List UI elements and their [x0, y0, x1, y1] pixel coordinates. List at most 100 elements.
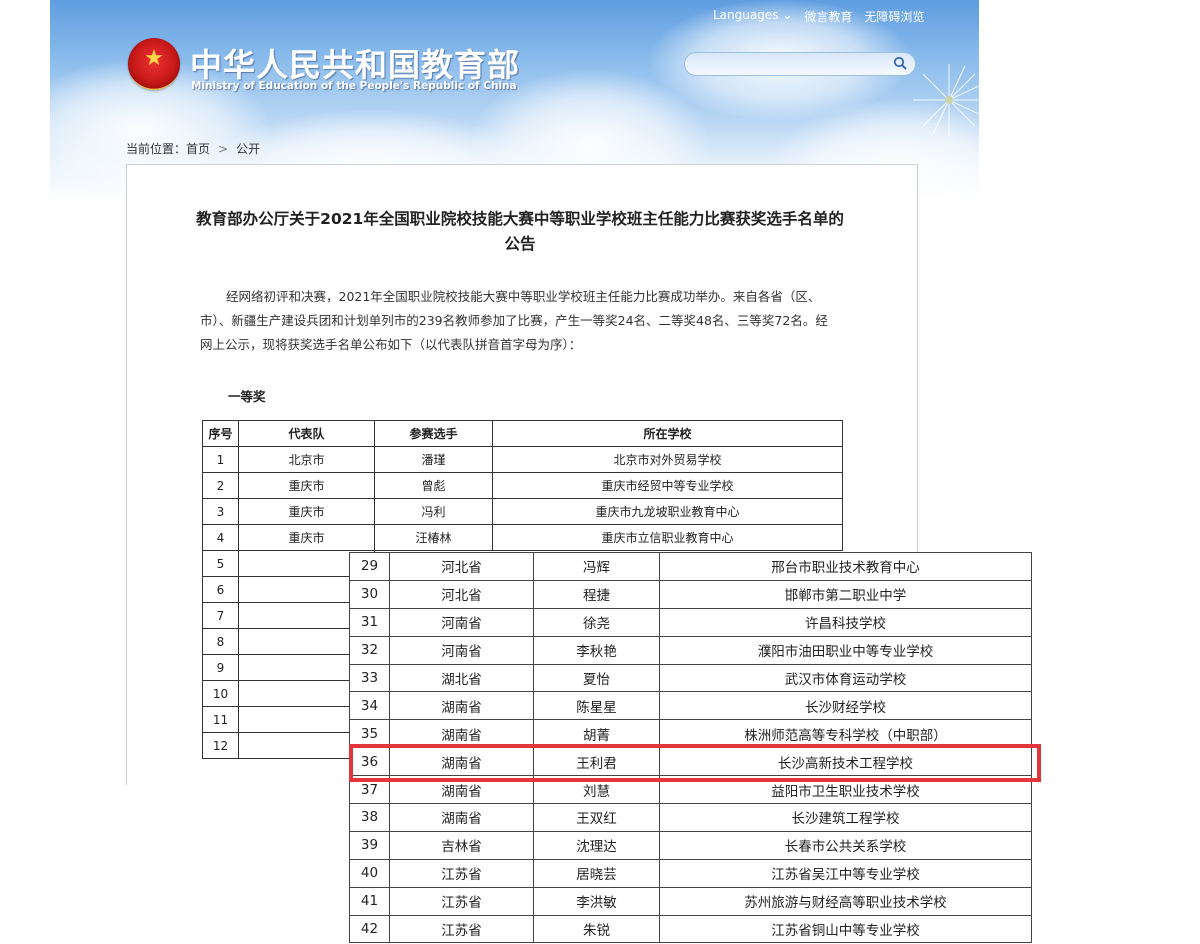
cell-school: 重庆市九龙坡职业教育中心: [492, 498, 843, 525]
cell-index: 4: [202, 524, 239, 551]
cell-school: 江苏省吴江中等专业学校: [659, 858, 1032, 888]
cell-contestant: 沈理达: [533, 830, 660, 860]
cell-index: 36: [349, 747, 390, 777]
cell-team: 河南省: [389, 607, 534, 637]
cell-contestant: 李洪敏: [533, 886, 660, 916]
cell-index: 41: [349, 886, 390, 916]
cell-contestant: 胡菁: [533, 719, 660, 749]
header-school: 所在学校: [492, 420, 843, 447]
cell-school: 益阳市卫生职业技术学校: [659, 775, 1032, 805]
cell-team: 河北省: [389, 579, 534, 609]
cell-team: 河北省: [389, 552, 534, 581]
cell-index: 40: [349, 858, 390, 888]
table-row: 3 重庆市 冯利 重庆市九龙坡职业教育中心: [202, 498, 843, 525]
cell-contestant: 王利君: [533, 747, 660, 777]
search-box: [684, 52, 916, 76]
cell-index: 5: [202, 550, 239, 577]
cell-index: 8: [202, 628, 239, 655]
cell-school: 株洲师范高等专科学校（中职部）: [659, 719, 1032, 749]
cell-index: 2: [202, 472, 239, 499]
table-row: 38 湖南省 王双红 长沙建筑工程学校: [349, 803, 1032, 832]
cell-school: 邢台市职业技术教育中心: [659, 552, 1032, 581]
chevron-down-icon: ⌄: [782, 8, 793, 22]
cell-school: 长沙财经学校: [659, 691, 1032, 721]
cell-index: 29: [349, 552, 390, 581]
cell-school: 北京市对外贸易学校: [492, 446, 843, 473]
breadcrumb: 当前位置：首页 > 公开: [126, 140, 260, 157]
cell-index: 33: [349, 663, 390, 693]
cell-index: 10: [202, 680, 239, 707]
cell-contestant: 刘慧: [533, 775, 660, 805]
cell-contestant: 王双红: [533, 803, 660, 832]
cell-school: 长沙高新技术工程学校: [659, 747, 1032, 777]
cell-school: 重庆市经贸中等专业学校: [492, 472, 843, 499]
cell-index: 37: [349, 775, 390, 805]
table-row: 32 河南省 李秋艳 濮阳市油田职业中等专业学校: [349, 635, 1032, 665]
table-row: 36 湖南省 王利君 长沙高新技术工程学校: [349, 747, 1032, 777]
cell-team: 重庆市: [238, 472, 375, 499]
cell-school: 许昌科技学校: [659, 607, 1032, 637]
table-row: 40 江苏省 居晓芸 江苏省吴江中等专业学校: [349, 858, 1032, 888]
cell-index: 7: [202, 602, 239, 629]
cell-team: 江苏省: [389, 886, 534, 916]
cell-school: 长沙建筑工程学校: [659, 803, 1032, 832]
cell-school: 濮阳市油田职业中等专业学校: [659, 635, 1032, 665]
cell-school: 苏州旅游与财经高等职业技术学校: [659, 886, 1032, 916]
prize-heading: 一等奖: [228, 389, 266, 404]
cell-contestant: 居晓芸: [533, 858, 660, 888]
dandelion-icon: [913, 64, 979, 136]
table-row: 30 河北省 程捷 邯郸市第二职业中学: [349, 579, 1032, 609]
languages-label: Languages: [713, 8, 779, 22]
breadcrumb-separator: >: [218, 142, 229, 156]
article-paragraph: 经网络初评和决赛，2021年全国职业院校技能大赛中等职业学校班主任能力比赛成功举…: [200, 289, 828, 352]
zoomed-table-overlay: 29 河北省 冯辉 邢台市职业技术教育中心 30 河北省 程捷 邯郸市第二职业中学 31 河南省徐…: [349, 552, 1037, 944]
header-index: 序号: [202, 420, 239, 447]
table-row: 37 湖南省 刘慧 益阳市卫生职业技术学校: [349, 775, 1032, 805]
cell-contestant: 李秋艳: [533, 635, 660, 665]
cell-contestant: 朱锐: [533, 914, 660, 944]
cell-index: 35: [349, 719, 390, 749]
table-row: 29 河北省 冯辉 邢台市职业技术教育中心: [349, 552, 1032, 581]
cell-team: 湖南省: [389, 719, 534, 749]
site-subtitle: Ministry of Education of the People's Re…: [191, 80, 517, 92]
breadcrumb-home[interactable]: 首页: [186, 142, 210, 156]
table-row: 35 湖南省 胡菁 株洲师范高等专科学校（中职部）: [349, 719, 1032, 749]
cell-index: 42: [349, 914, 390, 944]
accessibility-link[interactable]: 无障碍浏览: [864, 8, 924, 25]
breadcrumb-current[interactable]: 公开: [236, 142, 260, 156]
cell-team: 江苏省: [389, 914, 534, 944]
cell-index: 32: [349, 635, 390, 665]
cell-index: 38: [349, 803, 390, 832]
cell-index: 12: [202, 732, 239, 759]
cell-index: 3: [202, 498, 239, 525]
table-row: 39 吉林省 沈理达 长春市公共关系学校: [349, 830, 1032, 860]
cell-index: 31: [349, 607, 390, 637]
weiyan-link[interactable]: 微言教育: [804, 8, 852, 25]
cell-school: 江苏省铜山中等专业学校: [659, 914, 1032, 944]
cell-contestant: 陈星星: [533, 691, 660, 721]
winners-table-continued: 29 河北省 冯辉 邢台市职业技术教育中心 30 河北省 程捷 邯郸市第二职业中学 31 河南省徐…: [349, 552, 1032, 944]
table-header-row: 序号 代表队 参赛选手 所在学校: [202, 420, 843, 447]
cell-contestant: 程捷: [533, 579, 660, 609]
cell-team: 湖北省: [389, 663, 534, 693]
cell-school: 邯郸市第二职业中学: [659, 579, 1032, 609]
cell-index: 39: [349, 830, 390, 860]
search-input[interactable]: [695, 53, 889, 75]
table-row: 33 湖北省 夏怡 武汉市体育运动学校: [349, 663, 1032, 693]
cell-index: 6: [202, 576, 239, 603]
cell-team: 湖南省: [389, 747, 534, 777]
national-emblem-icon[interactable]: ★: [128, 38, 180, 90]
article-title: 教育部办公厅关于2021年全国职业院校技能大赛中等职业学校班主任能力比赛获奖选手…: [196, 210, 844, 253]
table-row: 4 重庆市 汪椿林 重庆市立信职业教育中心: [202, 524, 843, 551]
cell-team: 湖南省: [389, 691, 534, 721]
breadcrumb-prefix: 当前位置：: [126, 142, 187, 156]
table-row: 31 河南省 徐尧 许昌科技学校: [349, 607, 1032, 637]
languages-link[interactable]: Languages ⌄: [713, 8, 792, 25]
cell-index: 34: [349, 691, 390, 721]
cell-team: 湖南省: [389, 775, 534, 805]
table-row: 42 江苏省 朱锐 江苏省铜山中等专业学校: [349, 914, 1032, 944]
search-icon[interactable]: [893, 56, 907, 70]
cell-team: 北京市: [238, 446, 375, 473]
cell-school: 武汉市体育运动学校: [659, 663, 1032, 693]
cell-team: 湖南省: [389, 803, 534, 832]
